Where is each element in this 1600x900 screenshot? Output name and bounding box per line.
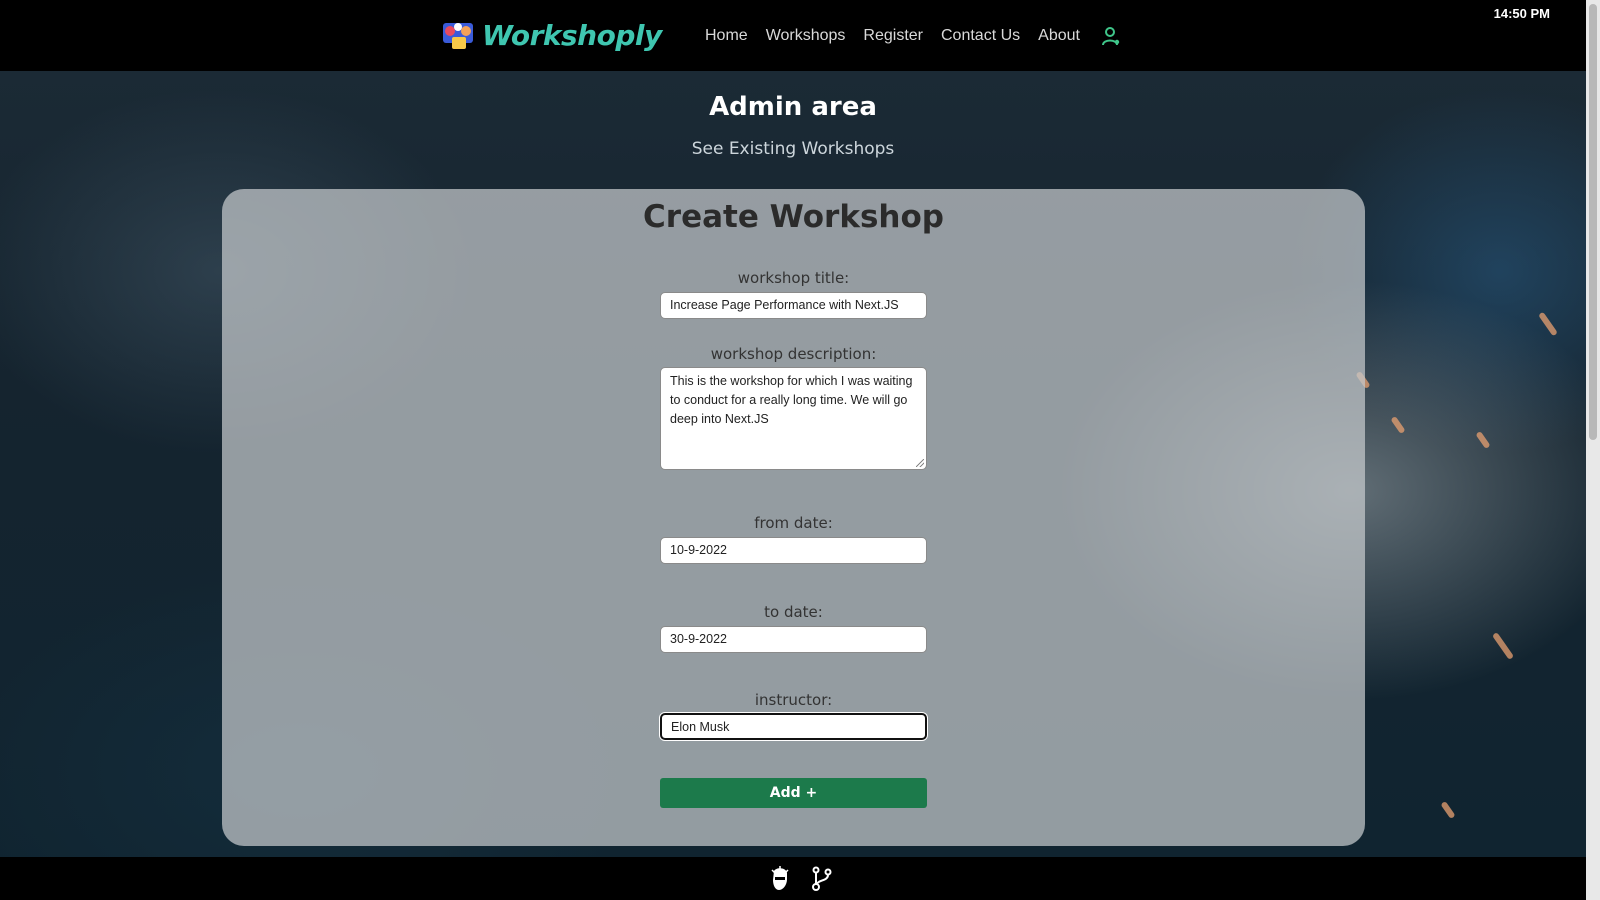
- workshop-title-label: workshop title:: [737, 269, 850, 287]
- page-title: Admin area: [709, 92, 877, 122]
- clock-text: 14:50 PM: [1493, 6, 1550, 21]
- top-navbar: Workshoply Home Workshops Register Conta…: [0, 0, 1586, 71]
- footer: [0, 857, 1586, 900]
- see-existing-workshops-link[interactable]: See Existing Workshops: [0, 139, 1586, 159]
- spark-decoration: [1538, 311, 1558, 337]
- nav-home[interactable]: Home: [705, 27, 748, 45]
- form-title: Create Workshop: [643, 199, 944, 235]
- avatar-icon[interactable]: [766, 865, 794, 893]
- user-icon[interactable]: [1100, 25, 1122, 47]
- git-branch-icon[interactable]: [808, 865, 836, 893]
- logo-icon: [443, 23, 473, 49]
- spark-decoration: [1440, 800, 1456, 820]
- nav-links: Home Workshops Register Contact Us About: [705, 25, 1122, 47]
- workshop-description-textarea[interactable]: This is the workshop for which I was wai…: [660, 367, 927, 470]
- workshop-description-text: This is the workshop for which I was wai…: [670, 374, 913, 426]
- resize-handle-icon[interactable]: [916, 459, 924, 467]
- from-date-input[interactable]: 10-9-2022: [660, 537, 927, 564]
- to-date-label: to date:: [764, 603, 823, 621]
- workshop-title-input[interactable]: Increase Page Performance with Next.JS: [660, 292, 927, 319]
- nav-workshops[interactable]: Workshops: [766, 27, 846, 45]
- nav-contact-us[interactable]: Contact Us: [941, 27, 1020, 45]
- nav-register[interactable]: Register: [863, 27, 923, 45]
- scrollbar-thumb[interactable]: [1589, 4, 1597, 440]
- spark-decoration: [1390, 415, 1406, 435]
- spark-decoration: [1491, 631, 1515, 661]
- spark-decoration: [1475, 430, 1491, 450]
- from-date-label: from date:: [754, 514, 833, 532]
- create-workshop-card: Create Workshop workshop title: Increase…: [222, 189, 1365, 846]
- brand-name: Workshoply: [482, 18, 662, 52]
- scrollbar[interactable]: [1586, 0, 1600, 900]
- to-date-input[interactable]: 30-9-2022: [660, 626, 927, 653]
- instructor-label: instructor:: [754, 691, 833, 709]
- workshop-description-label: workshop description:: [710, 345, 877, 363]
- instructor-input[interactable]: Elon Musk: [660, 713, 927, 740]
- brand-link[interactable]: Workshoply: [440, 17, 662, 53]
- nav-about[interactable]: About: [1038, 27, 1080, 45]
- add-workshop-button[interactable]: Add +: [660, 778, 927, 808]
